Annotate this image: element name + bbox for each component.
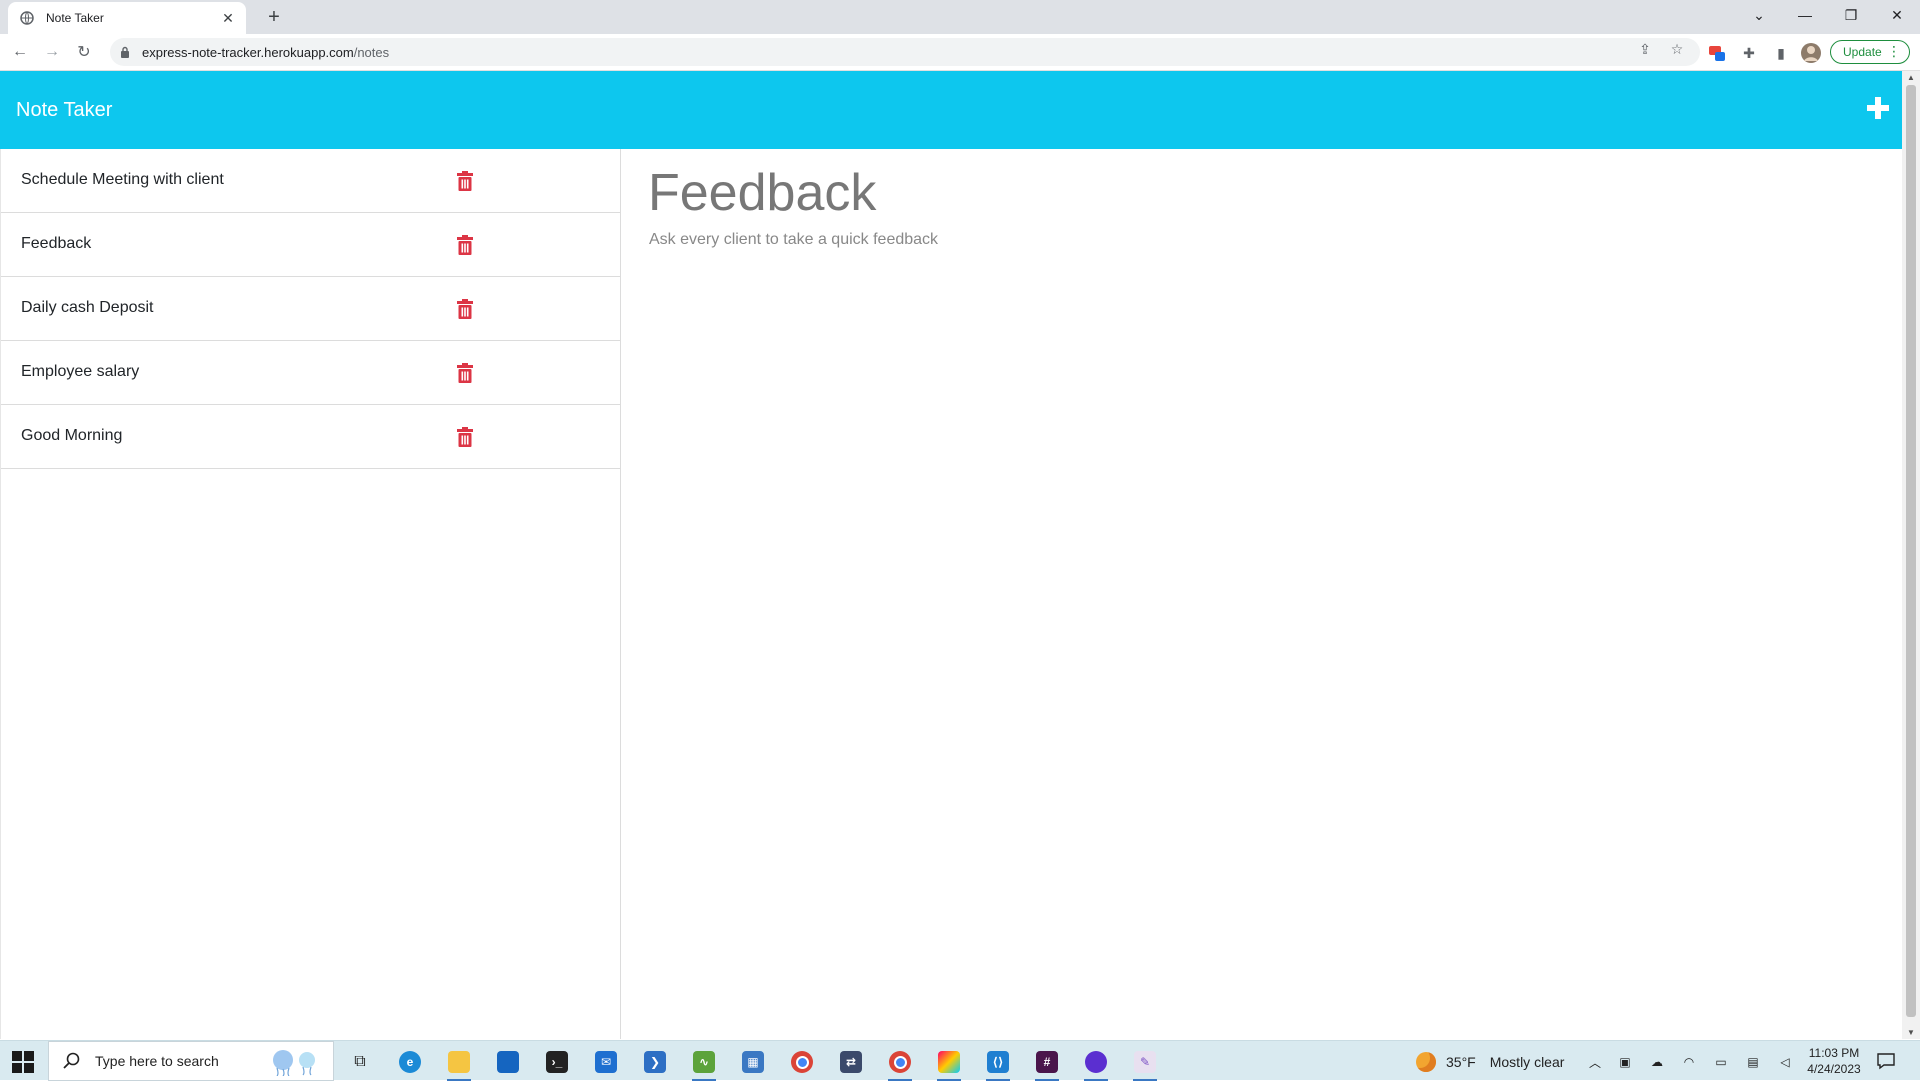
mail-icon[interactable]: ✉ <box>588 1047 624 1077</box>
profile-avatar[interactable] <box>1800 42 1822 64</box>
network-icon[interactable]: ▤ <box>1744 1053 1762 1071</box>
paint-icon[interactable]: ✎ <box>1127 1047 1163 1081</box>
note-title: Feedback <box>21 235 92 252</box>
scroll-down-icon[interactable]: ▼ <box>1907 1028 1915 1037</box>
taskbar-search-input[interactable]: Type here to search <box>48 1041 334 1081</box>
terminal-icon[interactable]: ›_ <box>539 1047 575 1077</box>
browser-tab[interactable]: Note Taker ✕ <box>8 2 246 34</box>
list-item[interactable]: Feedback <box>1 213 620 277</box>
wifi-icon[interactable]: ◠ <box>1680 1053 1698 1071</box>
windows-taskbar: Type here to search ⧉ e ›_ ✉ ❯ ∿ ▦ ⇄ ⟨⟩ … <box>0 1040 1920 1081</box>
task-view-icon[interactable]: ⧉ <box>342 1047 378 1077</box>
globe-icon <box>20 11 34 25</box>
meet-now-icon[interactable]: ▣ <box>1616 1053 1634 1071</box>
slack-icon[interactable]: # <box>1029 1047 1065 1081</box>
list-item[interactable]: Daily cash Deposit <box>1 277 620 341</box>
browser-toolbar: ← → ↻ express-note-tracker.herokuapp.com… <box>0 34 1920 71</box>
new-tab-button[interactable]: + <box>262 6 286 28</box>
search-icon <box>63 1052 81 1070</box>
chrome-icon[interactable] <box>784 1047 820 1077</box>
task-manager-icon[interactable]: ∿ <box>686 1047 722 1081</box>
clock-time: 11:03 PM <box>1808 1046 1860 1060</box>
trash-icon[interactable] <box>457 427 473 447</box>
note-title: Daily cash Deposit <box>21 299 154 316</box>
color-app-icon[interactable] <box>931 1047 967 1081</box>
share-icon[interactable]: ⇪ <box>1636 40 1654 58</box>
moon-weather-icon <box>1416 1052 1436 1072</box>
scroll-up-icon[interactable]: ▲ <box>1907 73 1915 82</box>
note-text-area[interactable]: Ask every client to take a quick feedbac… <box>649 231 938 249</box>
extension-badge-icon[interactable] <box>1706 42 1728 64</box>
system-clock[interactable]: 11:03 PM 4/24/2023 <box>1800 1045 1868 1077</box>
close-window-button[interactable]: ✕ <box>1874 0 1920 30</box>
side-panel-icon[interactable]: ▮ <box>1770 42 1792 64</box>
note-editor: Feedback Ask every client to take a quic… <box>622 149 1902 1039</box>
forward-icon[interactable]: → <box>42 42 62 62</box>
file-explorer-icon[interactable] <box>441 1047 477 1081</box>
battery-icon[interactable]: ▭ <box>1712 1053 1730 1071</box>
note-title: Good Morning <box>21 427 123 444</box>
trash-icon[interactable] <box>457 171 473 191</box>
onedrive-icon[interactable]: ☁ <box>1648 1053 1666 1071</box>
extensions-puzzle-icon[interactable]: ✚ <box>1738 42 1760 64</box>
back-icon[interactable]: ← <box>10 42 30 62</box>
vscode-icon[interactable]: ⟨⟩ <box>980 1047 1016 1081</box>
browser-app-icon[interactable] <box>1078 1047 1114 1081</box>
menu-dots-icon: ⋮ <box>1887 43 1901 59</box>
app-brand[interactable]: Note Taker <box>16 99 112 122</box>
weather-widget[interactable]: 35°F Mostly clear <box>1416 1052 1564 1072</box>
calculator-icon[interactable]: ▦ <box>735 1047 771 1077</box>
reload-icon[interactable]: ↻ <box>74 42 94 62</box>
page-scrollbar[interactable]: ▲ ▼ <box>1902 71 1920 1039</box>
clock-date: 4/24/2023 <box>1807 1062 1861 1076</box>
edge-browser-icon[interactable]: e <box>392 1047 428 1077</box>
search-placeholder: Type here to search <box>95 1053 219 1069</box>
trash-icon[interactable] <box>457 363 473 383</box>
volume-icon[interactable]: ◁ <box>1776 1053 1794 1071</box>
update-button[interactable]: Update ⋮ <box>1830 40 1910 64</box>
scrollbar-thumb[interactable] <box>1906 85 1916 1017</box>
lock-icon <box>118 46 132 58</box>
note-title-input[interactable]: Feedback <box>648 163 876 223</box>
notification-center-icon[interactable] <box>1876 1051 1896 1071</box>
update-label: Update <box>1843 45 1882 59</box>
list-item[interactable]: Employee salary <box>1 341 620 405</box>
url-text: express-note-tracker.herokuapp.com/notes <box>142 44 390 60</box>
chrome-active-icon[interactable] <box>882 1047 918 1081</box>
list-item[interactable]: Schedule Meeting with client <box>1 149 620 213</box>
powershell-icon[interactable]: ❯ <box>637 1047 673 1077</box>
windows-start-icon[interactable] <box>12 1051 34 1073</box>
tab-title: Note Taker <box>46 11 104 25</box>
restore-button[interactable]: ❐ <box>1828 0 1874 30</box>
chevron-up-icon[interactable]: ︿ <box>1586 1053 1604 1071</box>
trash-icon[interactable] <box>457 235 473 255</box>
bookmark-star-icon[interactable]: ☆ <box>1668 40 1686 58</box>
weather-temp: 35°F <box>1446 1054 1476 1070</box>
note-title: Schedule Meeting with client <box>21 171 224 188</box>
app-navbar: Note Taker <box>0 71 1902 149</box>
microsoft-store-icon[interactable] <box>490 1047 526 1077</box>
remote-desktop-icon[interactable]: ⇄ <box>833 1047 869 1077</box>
trash-icon[interactable] <box>457 299 473 319</box>
tab-search-icon[interactable]: ⌄ <box>1736 0 1782 30</box>
address-bar[interactable]: express-note-tracker.herokuapp.com/notes <box>110 38 1700 66</box>
tab-close-icon[interactable]: ✕ <box>220 10 236 27</box>
jellyfish-search-highlight-icon <box>263 1048 327 1077</box>
note-title: Employee salary <box>21 363 140 380</box>
plus-icon[interactable] <box>1865 95 1891 121</box>
weather-desc: Mostly clear <box>1489 1054 1565 1070</box>
minimize-button[interactable]: — <box>1782 0 1828 30</box>
browser-tabstrip: Note Taker ✕ + ⌄ — ❐ ✕ <box>0 0 1920 34</box>
notes-list: Schedule Meeting with client Feedback Da… <box>0 149 621 1039</box>
list-item[interactable]: Good Morning <box>1 405 620 469</box>
